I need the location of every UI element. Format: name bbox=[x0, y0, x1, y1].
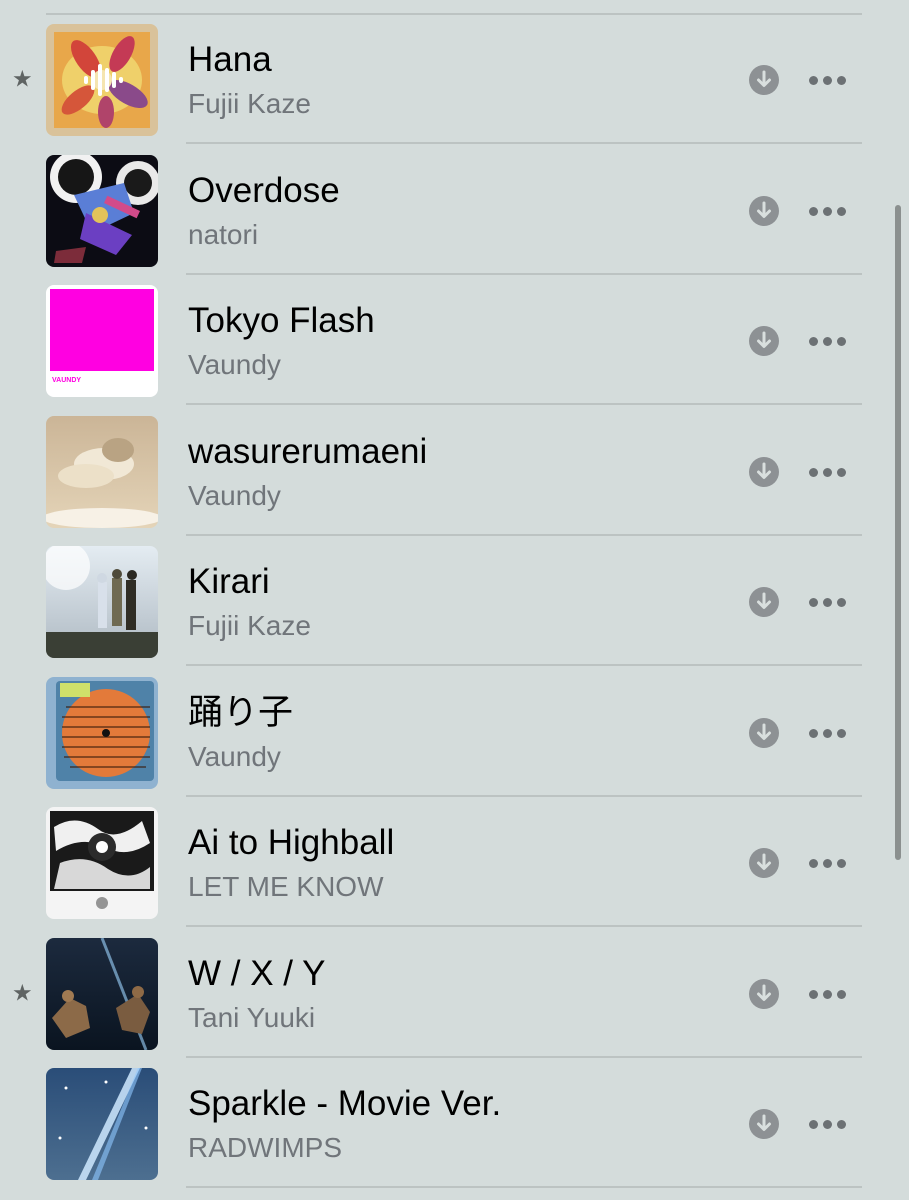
song-title: Tokyo Flash bbox=[188, 301, 375, 340]
more-icon[interactable] bbox=[809, 76, 849, 86]
download-icon[interactable] bbox=[749, 717, 779, 748]
album-art[interactable] bbox=[46, 807, 158, 919]
download-icon[interactable] bbox=[749, 195, 779, 226]
svg-text:VAUNDY: VAUNDY bbox=[52, 377, 81, 384]
song-artist: Fujii Kaze bbox=[188, 610, 311, 641]
more-dot bbox=[809, 728, 818, 738]
song-artist: RADWIMPS bbox=[188, 1132, 342, 1163]
song-row[interactable]: Sparkle - Movie Ver. RADWIMPS bbox=[0, 1058, 909, 1188]
more-dot bbox=[809, 859, 818, 868]
download-icon[interactable] bbox=[749, 848, 779, 878]
more-dot bbox=[823, 76, 832, 85]
star-icon: ★ bbox=[12, 65, 33, 92]
song-row[interactable]: 踊り子 Vaundy bbox=[0, 667, 909, 797]
more-dot bbox=[837, 206, 846, 216]
song-artist: Vaundy bbox=[188, 479, 281, 511]
more-dot bbox=[823, 467, 832, 477]
song-row[interactable]: Kirari Fujii Kaze bbox=[0, 536, 909, 666]
more-dot bbox=[823, 206, 832, 216]
song-row[interactable]: ★ W / X / Y Tani Yuuki bbox=[0, 928, 909, 1058]
download-icon[interactable] bbox=[749, 456, 779, 487]
more-dot bbox=[823, 859, 832, 868]
more-icon[interactable] bbox=[809, 989, 849, 1000]
more-icon[interactable] bbox=[809, 859, 849, 869]
album-art[interactable] bbox=[46, 24, 158, 136]
more-icon[interactable] bbox=[809, 206, 849, 217]
song-artist: Tani Yuuki bbox=[188, 1001, 316, 1033]
song-title: Hana bbox=[188, 40, 272, 79]
song-title: Overdose bbox=[188, 170, 340, 210]
more-dot bbox=[837, 337, 846, 346]
song-row[interactable]: Ai to Highball LET ME KNOW bbox=[0, 797, 909, 927]
scrollbar[interactable] bbox=[895, 205, 901, 860]
more-dot bbox=[837, 598, 846, 607]
song-title: Ai to Highball bbox=[188, 823, 395, 862]
more-icon[interactable] bbox=[809, 1120, 849, 1130]
more-icon[interactable] bbox=[809, 728, 849, 739]
song-artist: LET ME KNOW bbox=[188, 871, 384, 902]
song-row[interactable]: ★ Hana Fujii Kaze bbox=[0, 14, 909, 144]
song-artist: Vaundy bbox=[188, 740, 281, 772]
more-dot bbox=[837, 728, 846, 738]
song-artist: Fujii Kaze bbox=[188, 88, 311, 119]
more-dot bbox=[809, 76, 818, 85]
more-icon[interactable] bbox=[809, 467, 849, 478]
album-art[interactable] bbox=[46, 1068, 158, 1180]
song-artist: natori bbox=[188, 218, 259, 250]
song-row[interactable]: VAUNDY Tokyo Flash Vaundy bbox=[0, 275, 909, 405]
more-dot bbox=[837, 467, 846, 477]
download-icon[interactable] bbox=[749, 1109, 779, 1139]
download-icon[interactable] bbox=[749, 65, 779, 95]
album-art[interactable] bbox=[46, 937, 158, 1050]
more-dot bbox=[809, 206, 818, 216]
more-dot bbox=[823, 989, 832, 999]
more-dot bbox=[837, 76, 846, 85]
more-dot bbox=[823, 728, 832, 738]
song-row[interactable]: Overdose natori bbox=[0, 145, 909, 275]
more-dot bbox=[809, 989, 818, 999]
more-dot bbox=[837, 859, 846, 868]
more-dot bbox=[809, 467, 818, 477]
more-dot bbox=[823, 598, 832, 607]
song-title: wasurerumaeni bbox=[188, 431, 428, 471]
row-divider bbox=[186, 1186, 862, 1188]
song-title: 踊り子 bbox=[188, 692, 294, 732]
download-icon[interactable] bbox=[749, 978, 779, 1009]
album-art[interactable] bbox=[46, 154, 158, 267]
more-dot bbox=[809, 1120, 818, 1129]
album-art[interactable] bbox=[46, 676, 158, 789]
more-dot bbox=[837, 1120, 846, 1129]
song-title: W / X / Y bbox=[188, 953, 326, 993]
download-icon[interactable] bbox=[749, 326, 779, 356]
song-row[interactable]: wasurerumaeni Vaundy bbox=[0, 406, 909, 536]
more-dot bbox=[809, 598, 818, 607]
song-artist: Vaundy bbox=[188, 349, 281, 380]
download-icon[interactable] bbox=[749, 587, 779, 617]
more-dot bbox=[809, 337, 818, 346]
song-list: ★ Hana Fujii Kaze Overdose natori VAUNDY Tokyo… bbox=[0, 0, 909, 1200]
more-dot bbox=[823, 337, 832, 346]
more-dot bbox=[823, 1120, 832, 1129]
star-icon: ★ bbox=[12, 979, 33, 1005]
album-art[interactable] bbox=[46, 415, 158, 528]
more-icon[interactable] bbox=[809, 337, 849, 347]
album-art[interactable] bbox=[46, 546, 158, 658]
song-title: Kirari bbox=[188, 562, 270, 601]
more-icon[interactable] bbox=[809, 598, 849, 608]
album-art[interactable]: VAUNDY bbox=[46, 285, 158, 397]
song-title: Sparkle - Movie Ver. bbox=[188, 1084, 502, 1123]
more-dot bbox=[837, 989, 846, 999]
